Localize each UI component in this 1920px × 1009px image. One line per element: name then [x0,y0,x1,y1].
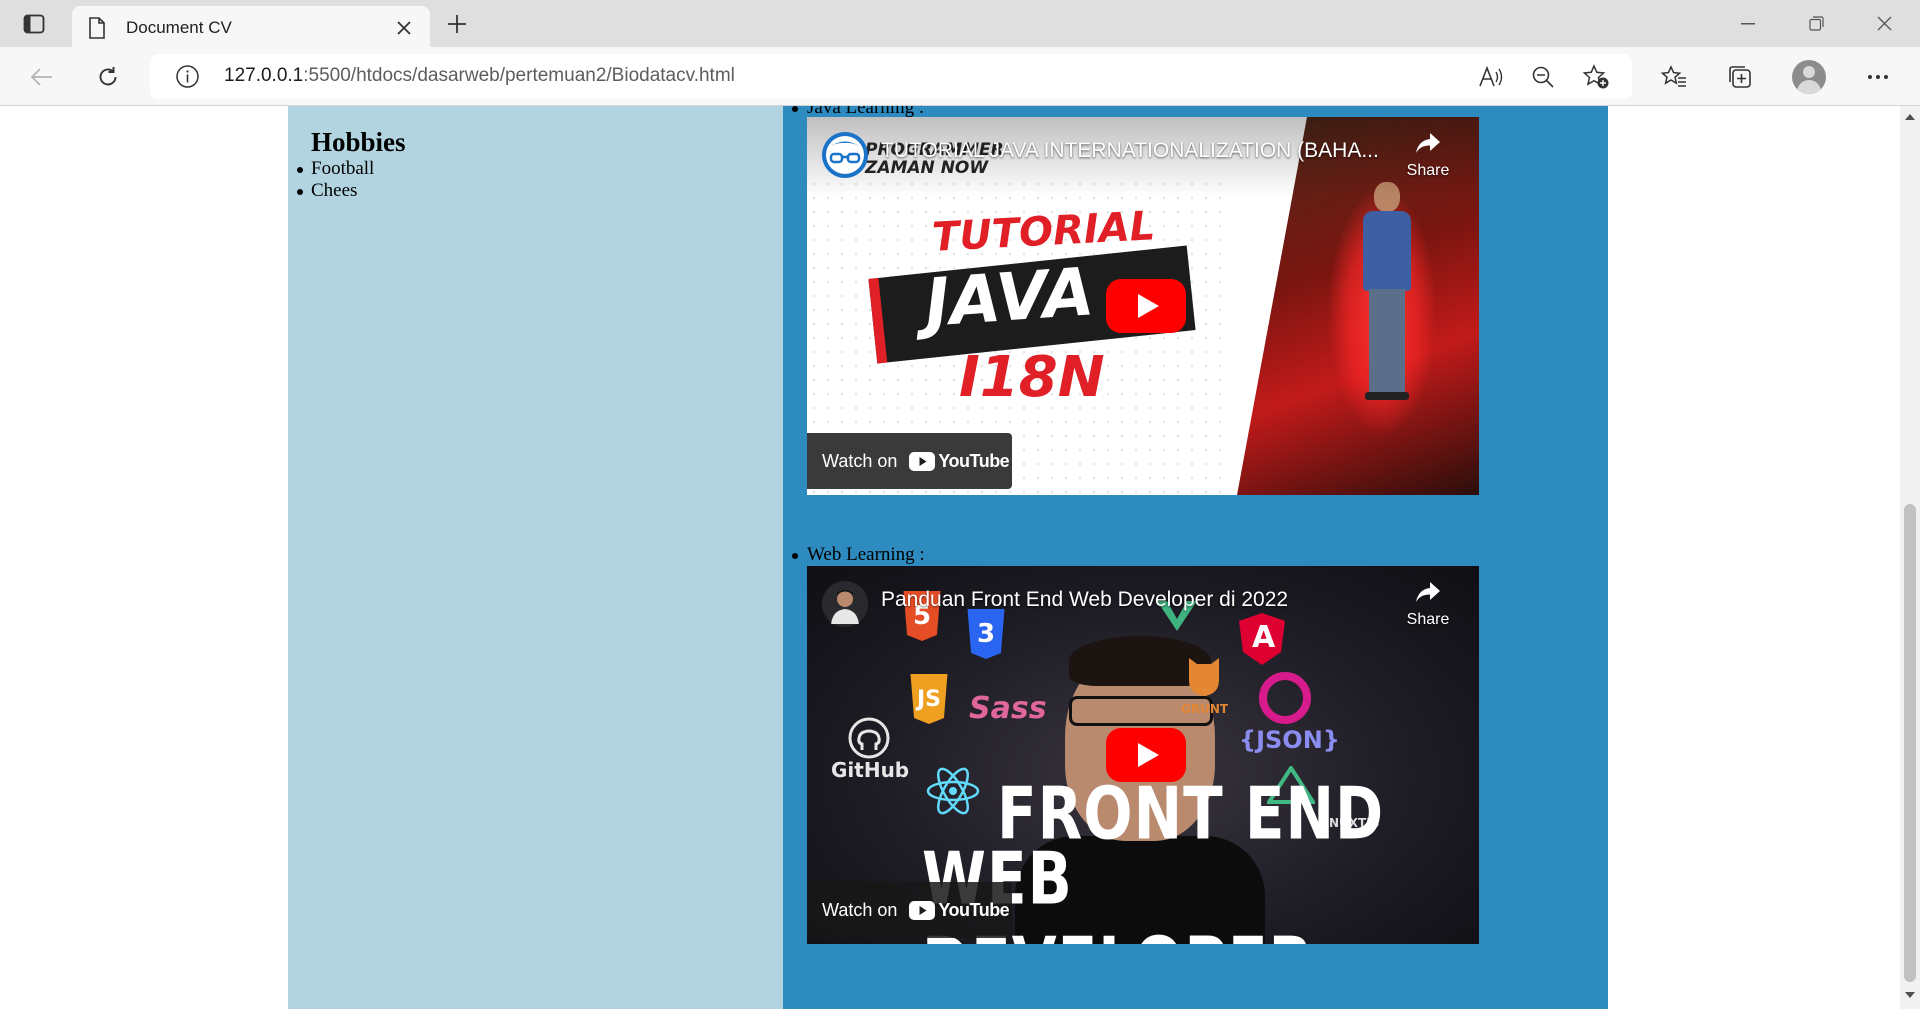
profile-icon [1803,66,1815,78]
scroll-down-arrow-icon[interactable] [1905,992,1915,998]
restore-button[interactable] [1782,0,1850,47]
main-column: Java Learning : TUTORIAL JAVA I18N PROGR… [783,106,1608,1009]
youtube-embed-web[interactable]: 5 3 JS Sass GitHub A NUXTJS GRUNT {JSON}… [807,566,1479,944]
url-text[interactable]: 127.0.0.1:5500/htdocs/dasarweb/pertemuan… [224,65,735,87]
sass-logo: Sass [969,691,1047,726]
zoom-out-icon [1532,66,1554,88]
watch-on-label: Watch on [822,450,898,471]
refresh-button[interactable] [90,59,126,95]
watch-on-youtube-button[interactable]: Watch on YouTube [807,882,1012,938]
tab-title: Document CV [126,18,232,37]
url-path: :5500/htdocs/dasarweb/pertemuan2/Biodata… [303,65,735,86]
share-label: Share [1406,162,1450,179]
youtube-logo: YouTube [909,450,1010,472]
page-scrollbar[interactable] [1900,106,1920,1009]
json-label: {JSON} [1239,726,1340,754]
hobby-item: Chees [296,180,374,202]
tab-document-cv[interactable]: Document CV [72,6,430,47]
minimize-icon [1741,22,1755,24]
grunt-icon [1189,658,1219,696]
share-button[interactable]: Share [1397,580,1459,629]
channel-avatar[interactable] [821,131,869,179]
web-learning-label: Web Learning : [792,544,925,565]
scroll-thumb[interactable] [1904,504,1916,982]
more-button[interactable] [1860,59,1896,95]
back-button[interactable] [24,59,60,95]
close-icon [1877,16,1891,31]
close-icon [397,21,411,35]
play-button-icon[interactable] [1105,727,1187,783]
speaker-figure [1363,211,1411,291]
page-icon [89,17,105,39]
scroll-up-arrow-icon[interactable] [1905,114,1915,120]
info-icon [176,65,199,88]
play-button-icon[interactable] [1105,278,1187,334]
hobby-item: Football [296,158,375,179]
github-icon [848,717,890,759]
browser-toolbar: 127.0.0.1:5500/htdocs/dasarweb/pertemuan… [0,47,1920,106]
tab-actions-icon [23,14,45,34]
read-aloud-button[interactable] [1474,60,1508,94]
youtube-wordmark: YouTube [938,899,1010,920]
thumb-text-java: JAVA [922,253,1097,342]
watch-on-label: Watch on [822,899,898,920]
video-title[interactable]: TUTORIAL JAVA INTERNATIONALIZATION (BAHA… [881,139,1379,163]
tab-actions-button[interactable] [14,8,54,40]
favorites-button[interactable] [1656,59,1692,95]
add-favorite-button[interactable] [1579,60,1613,94]
restore-icon [1808,16,1824,31]
minimize-button[interactable] [1714,0,1782,47]
youtube-play-icon [909,451,936,471]
hobbies-heading: Hobbies [311,127,406,157]
watch-on-youtube-button[interactable]: Watch on YouTube [807,433,1012,489]
share-icon [1416,133,1440,153]
star-plus-icon [1582,64,1609,89]
share-icon [1416,582,1440,602]
zoom-out-button[interactable] [1526,60,1560,94]
github-label: GitHub [831,758,910,782]
page-viewport: Hobbies Football Chees Java Learning : T… [0,106,1900,1009]
more-icon [1868,75,1888,79]
youtube-wordmark: YouTube [938,450,1010,471]
thumb-text-i18n: I18N [959,345,1105,410]
collections-button[interactable] [1722,59,1758,95]
window-close-button[interactable] [1850,0,1918,47]
favorites-icon [1661,65,1686,87]
video-title[interactable]: Panduan Front End Web Developer di 2022 [881,588,1288,612]
tab-bar: Document CV [0,0,1920,47]
tab-close-button[interactable] [392,16,416,40]
address-bar[interactable]: 127.0.0.1:5500/htdocs/dasarweb/pertemuan… [150,54,1632,99]
share-button[interactable]: Share [1397,131,1459,180]
refresh-icon [99,67,117,86]
profile-avatar[interactable] [1792,60,1826,94]
hobbies-list: Football Chees [296,158,375,202]
sidebar-column: Hobbies Football Chees [288,106,783,1009]
new-tab-button[interactable] [441,10,473,38]
collections-icon [1729,66,1751,88]
grunt-label: GRUNT [1181,702,1229,716]
url-host: 127.0.0.1 [224,65,304,86]
speaker-figure [1365,392,1409,400]
angular-label: A [1252,620,1276,655]
speaker-figure [1369,289,1405,394]
youtube-play-icon [909,900,936,920]
youtube-logo: YouTube [909,899,1010,921]
plus-icon [448,15,466,33]
react-icon [926,767,980,815]
back-arrow-icon [31,68,52,86]
youtube-embed-java[interactable]: TUTORIAL JAVA I18N PROGRAMMER ZAMAN NOW … [807,117,1479,495]
rxjs-icon [1259,672,1311,724]
profile-body [1797,80,1821,94]
share-label: Share [1406,611,1450,628]
channel-avatar[interactable] [821,580,869,628]
read-aloud-icon [1479,66,1503,87]
